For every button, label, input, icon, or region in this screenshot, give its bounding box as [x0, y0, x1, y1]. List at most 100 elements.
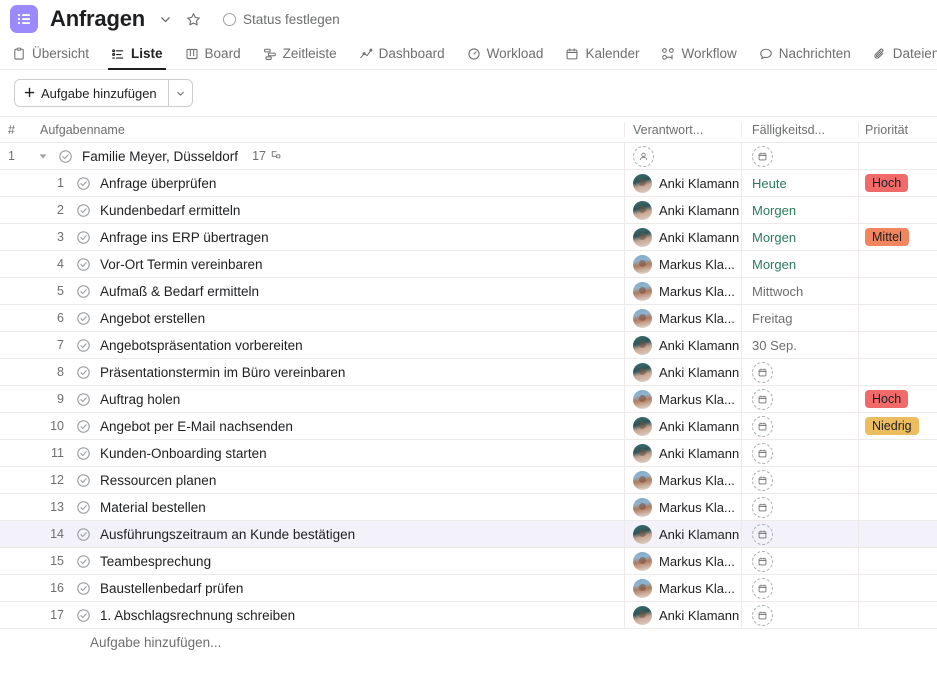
tab-kalender[interactable]: Kalender — [554, 38, 650, 69]
priority-cell[interactable] — [859, 359, 937, 385]
task-name-cell[interactable]: 15Teambesprechung — [28, 548, 625, 574]
task-group-row[interactable]: 1 Familie Meyer, Düsseldorf 17 — [0, 143, 937, 170]
check-circle-icon[interactable] — [72, 203, 94, 218]
table-row[interactable]: 6Angebot erstellenMarkus Kla...Freitag — [0, 305, 937, 332]
calendar-placeholder-icon[interactable] — [752, 362, 773, 383]
assignee-cell[interactable]: Anki Klamann — [625, 521, 742, 547]
due-date-cell[interactable] — [742, 602, 859, 628]
check-circle-icon[interactable] — [72, 527, 94, 542]
calendar-placeholder-icon[interactable] — [752, 146, 773, 167]
star-icon[interactable] — [181, 6, 207, 32]
tab-uebersicht[interactable]: Übersicht — [10, 38, 100, 69]
calendar-placeholder-icon[interactable] — [752, 443, 773, 464]
group-due-cell[interactable] — [742, 143, 859, 169]
check-circle-icon[interactable] — [72, 176, 94, 191]
assignee-cell[interactable]: Anki Klamann — [625, 332, 742, 358]
priority-cell[interactable] — [859, 440, 937, 466]
tab-zeitleiste[interactable]: Zeitleiste — [252, 38, 348, 69]
due-date-cell[interactable] — [742, 521, 859, 547]
due-date-cell[interactable]: Morgen — [742, 251, 859, 277]
task-name-cell[interactable]: 3Anfrage ins ERP übertragen — [28, 224, 625, 250]
assignee-cell[interactable]: Markus Kla... — [625, 386, 742, 412]
check-circle-icon[interactable] — [72, 446, 94, 461]
assignee-cell[interactable]: Anki Klamann — [625, 602, 742, 628]
table-row[interactable]: 2Kundenbedarf ermittelnAnki KlamannMorge… — [0, 197, 937, 224]
priority-cell[interactable] — [859, 494, 937, 520]
priority-cell[interactable]: Hoch — [859, 170, 937, 196]
assignee-cell[interactable]: Markus Kla... — [625, 305, 742, 331]
check-circle-icon[interactable] — [72, 473, 94, 488]
due-date-cell[interactable] — [742, 413, 859, 439]
priority-cell[interactable] — [859, 467, 937, 493]
task-name-cell[interactable]: 5Aufmaß & Bedarf ermitteln — [28, 278, 625, 304]
table-row[interactable]: 3Anfrage ins ERP übertragenAnki KlamannM… — [0, 224, 937, 251]
priority-badge[interactable]: Mittel — [865, 228, 909, 246]
task-name-cell[interactable]: 11Kunden-Onboarding starten — [28, 440, 625, 466]
column-header-assignee[interactable]: Verantwort... — [625, 123, 742, 137]
column-header-name[interactable]: Aufgabenname — [28, 123, 625, 137]
task-name-cell[interactable]: 1Anfrage überprüfen — [28, 170, 625, 196]
assignee-cell[interactable]: Anki Klamann — [625, 224, 742, 250]
priority-cell[interactable] — [859, 305, 937, 331]
calendar-placeholder-icon[interactable] — [752, 497, 773, 518]
priority-cell[interactable]: Niedrig — [859, 413, 937, 439]
check-circle-icon[interactable] — [72, 608, 94, 623]
check-circle-icon[interactable] — [72, 419, 94, 434]
task-name-cell[interactable]: 14Ausführungszeitraum an Kunde bestätige… — [28, 521, 625, 547]
table-row[interactable]: 10Angebot per E-Mail nachsendenAnki Klam… — [0, 413, 937, 440]
table-row[interactable]: 13Material bestellenMarkus Kla... — [0, 494, 937, 521]
check-circle-icon[interactable] — [72, 311, 94, 326]
task-name-cell[interactable]: 171. Abschlagsrechnung schreiben — [28, 602, 625, 628]
due-date-cell[interactable] — [742, 386, 859, 412]
table-row[interactable]: 16Baustellenbedarf prüfenMarkus Kla... — [0, 575, 937, 602]
chevron-down-icon[interactable] — [153, 6, 179, 32]
task-name-cell[interactable]: 7Angebotspräsentation vorbereiten — [28, 332, 625, 358]
check-circle-icon[interactable] — [72, 392, 94, 407]
priority-cell[interactable] — [859, 251, 937, 277]
priority-cell[interactable] — [859, 332, 937, 358]
due-date-cell[interactable] — [742, 494, 859, 520]
due-date-cell[interactable]: Freitag — [742, 305, 859, 331]
person-placeholder-icon[interactable] — [633, 146, 654, 167]
due-date-cell[interactable] — [742, 467, 859, 493]
due-date-cell[interactable]: Mittwoch — [742, 278, 859, 304]
check-circle-icon[interactable] — [72, 284, 94, 299]
add-task-inline-row[interactable]: Aufgabe hinzufügen... — [0, 629, 937, 656]
tab-workflow[interactable]: Workflow — [650, 38, 747, 69]
group-assignee-cell[interactable] — [625, 143, 742, 169]
calendar-placeholder-icon[interactable] — [752, 578, 773, 599]
due-date-cell[interactable]: Morgen — [742, 224, 859, 250]
priority-cell[interactable] — [859, 602, 937, 628]
task-name-cell[interactable]: 8Präsentationstermin im Büro vereinbaren — [28, 359, 625, 385]
due-date-cell[interactable] — [742, 575, 859, 601]
priority-cell[interactable] — [859, 575, 937, 601]
check-circle-icon[interactable] — [72, 365, 94, 380]
table-row[interactable]: 8Präsentationstermin im Büro vereinbaren… — [0, 359, 937, 386]
column-header-due[interactable]: Fälligkeitsd... — [742, 123, 859, 137]
group-priority-cell[interactable] — [859, 143, 937, 169]
due-date-cell[interactable] — [742, 548, 859, 574]
check-circle-icon[interactable] — [72, 581, 94, 596]
table-row[interactable]: 1Anfrage überprüfenAnki KlamannHeuteHoch — [0, 170, 937, 197]
priority-cell[interactable]: Hoch — [859, 386, 937, 412]
table-row[interactable]: 12Ressourcen planenMarkus Kla... — [0, 467, 937, 494]
task-name-cell[interactable]: 4Vor-Ort Termin vereinbaren — [28, 251, 625, 277]
table-row[interactable]: 11Kunden-Onboarding startenAnki Klamann — [0, 440, 937, 467]
assignee-cell[interactable]: Markus Kla... — [625, 467, 742, 493]
table-row[interactable]: 9Auftrag holenMarkus Kla... Hoch — [0, 386, 937, 413]
table-row[interactable]: 5Aufmaß & Bedarf ermittelnMarkus Kla...M… — [0, 278, 937, 305]
task-name-cell[interactable]: 12Ressourcen planen — [28, 467, 625, 493]
task-name-cell[interactable]: 13Material bestellen — [28, 494, 625, 520]
due-date-cell[interactable]: Heute — [742, 170, 859, 196]
tab-liste[interactable]: Liste — [100, 38, 174, 69]
assignee-cell[interactable]: Markus Kla... — [625, 575, 742, 601]
assignee-cell[interactable]: Markus Kla... — [625, 548, 742, 574]
priority-badge[interactable]: Niedrig — [865, 417, 919, 435]
calendar-placeholder-icon[interactable] — [752, 551, 773, 572]
tab-dashboard[interactable]: Dashboard — [348, 38, 456, 69]
priority-cell[interactable] — [859, 197, 937, 223]
assignee-cell[interactable]: Anki Klamann — [625, 170, 742, 196]
check-circle-icon[interactable] — [72, 230, 94, 245]
assignee-cell[interactable]: Anki Klamann — [625, 197, 742, 223]
task-name-cell[interactable]: 9Auftrag holen — [28, 386, 625, 412]
